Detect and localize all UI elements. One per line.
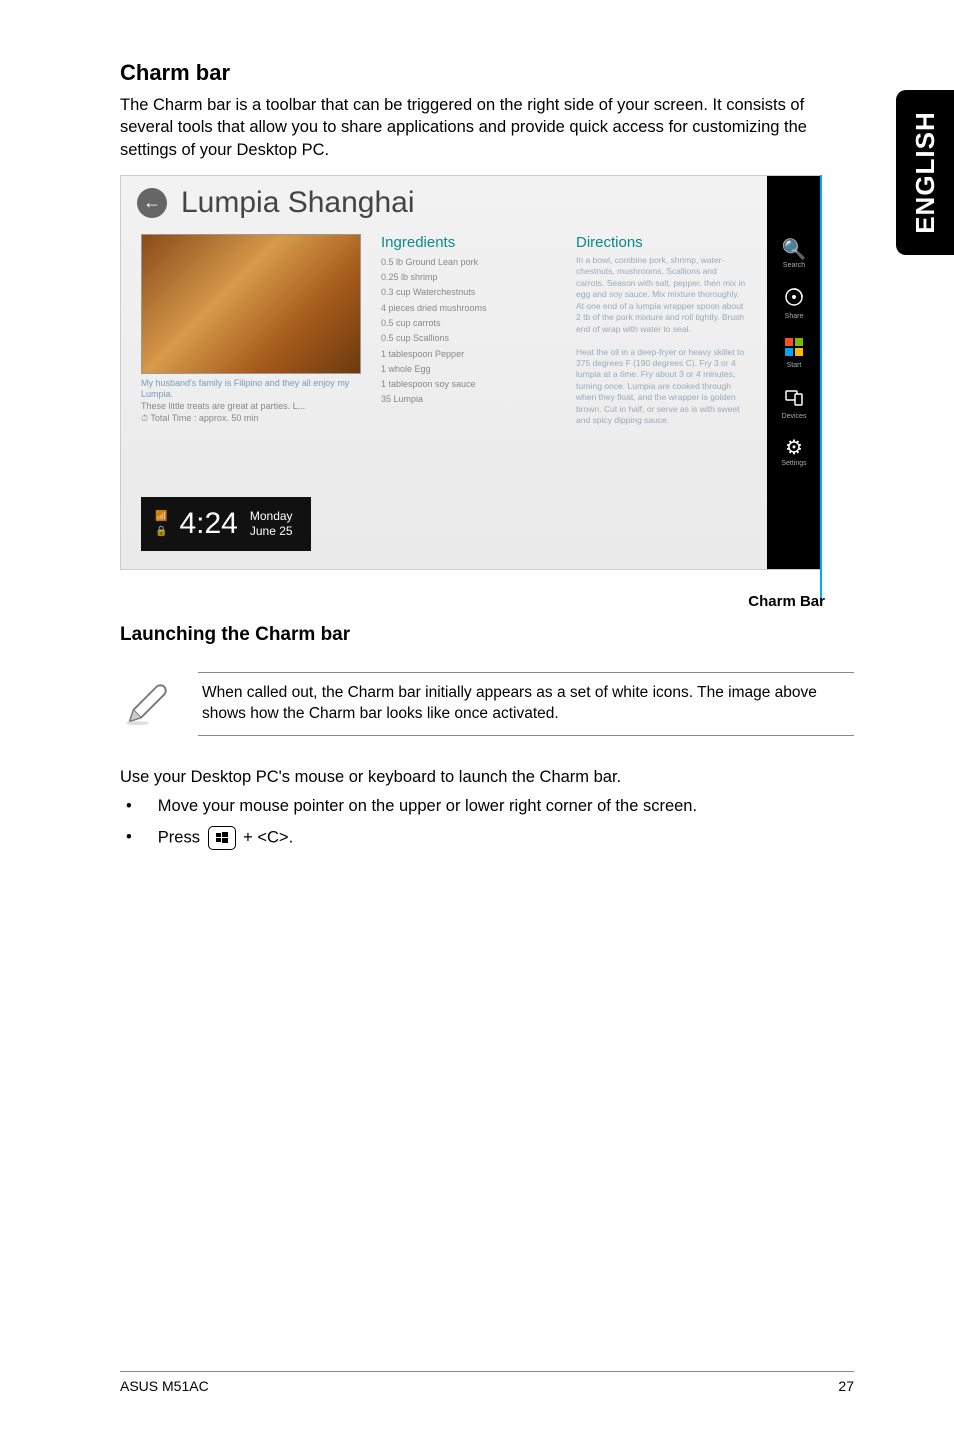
charm-search[interactable]: 🔍 Search: [767, 240, 821, 269]
charm-settings[interactable]: ⚙ Settings: [767, 438, 821, 467]
charm-share[interactable]: Share: [767, 287, 821, 320]
note-box: When called out, the Charm bar initially…: [120, 672, 854, 736]
ingredient-item: 4 pieces dried mushrooms: [381, 301, 556, 316]
pencil-icon: [120, 677, 174, 731]
settings-icon: ⚙: [767, 438, 821, 458]
recipe-caption: My husband's family is Filipino and they…: [141, 374, 361, 425]
back-icon[interactable]: ←: [137, 188, 167, 218]
charm-start[interactable]: Start: [767, 338, 821, 369]
directions-heading: Directions: [576, 234, 746, 251]
callout-label: Charm Bar: [565, 593, 825, 610]
charm-bar-screenshot: ← Lumpia Shanghai My husband's family is…: [120, 175, 822, 570]
footer-model: ASUS M51AC: [120, 1378, 209, 1394]
callout-line: [820, 175, 822, 603]
bullet-mouse: Move your mouse pointer on the upper or …: [120, 797, 854, 816]
charm-label: Settings: [767, 460, 821, 467]
footer-page-number: 27: [838, 1378, 854, 1394]
search-icon: 🔍: [767, 240, 821, 260]
share-icon: [767, 287, 821, 311]
ingredient-item: 35 Lumpia: [381, 392, 556, 407]
charm-bar: 🔍 Search Share Start Devices ⚙ Settings: [767, 176, 821, 569]
recipe-photo: [141, 234, 361, 374]
ingredient-item: 0.5 lb Ground Lean pork: [381, 255, 556, 270]
ingredient-item: 0.5 cup carrots: [381, 316, 556, 331]
charm-label: Devices: [767, 413, 821, 420]
clock-date: June 25: [250, 524, 293, 538]
ingredient-item: 0.25 lb shrimp: [381, 270, 556, 285]
ingredient-item: 1 whole Egg: [381, 362, 556, 377]
page-footer: ASUS M51AC 27: [120, 1371, 854, 1394]
charm-devices[interactable]: Devices: [767, 387, 821, 420]
clock-weekday: Monday: [250, 509, 293, 523]
subsection-heading: Launching the Charm bar: [120, 624, 854, 646]
clock-card: 📶🔒 4:24 Monday June 25: [141, 497, 311, 551]
language-tab: ENGLISH: [896, 90, 954, 255]
intro-paragraph: The Charm bar is a toolbar that can be t…: [120, 94, 854, 161]
recipe-title: Lumpia Shanghai: [181, 186, 415, 220]
ingredients-heading: Ingredients: [381, 234, 556, 251]
network-icons: 📶🔒: [155, 511, 167, 537]
ingredient-item: 0.5 cup Scallions: [381, 331, 556, 346]
ingredient-item: 0.3 cup Waterchestnuts: [381, 285, 556, 300]
ingredient-item: 1 tablespoon Pepper: [381, 347, 556, 362]
instruction-text: Use your Desktop PC's mouse or keyboard …: [120, 768, 854, 787]
section-heading: Charm bar: [120, 60, 854, 86]
charm-label: Share: [767, 313, 821, 320]
devices-icon: [767, 387, 821, 411]
start-icon: [767, 338, 821, 360]
language-tab-label: ENGLISH: [910, 111, 941, 234]
charm-label: Start: [767, 362, 821, 369]
bullet-keyboard: Press + <C>.: [120, 826, 854, 850]
note-text: When called out, the Charm bar initially…: [198, 672, 854, 736]
windows-key-icon: [208, 826, 236, 850]
ingredient-item: 1 tablespoon soy sauce: [381, 377, 556, 392]
ingredients-list: 0.5 lb Ground Lean pork0.25 lb shrimp0.3…: [381, 255, 556, 408]
directions-text: In a bowl, combine pork, shrimp, water-c…: [576, 255, 746, 427]
clock-time: 4:24: [179, 507, 237, 541]
charm-label: Search: [767, 262, 821, 269]
